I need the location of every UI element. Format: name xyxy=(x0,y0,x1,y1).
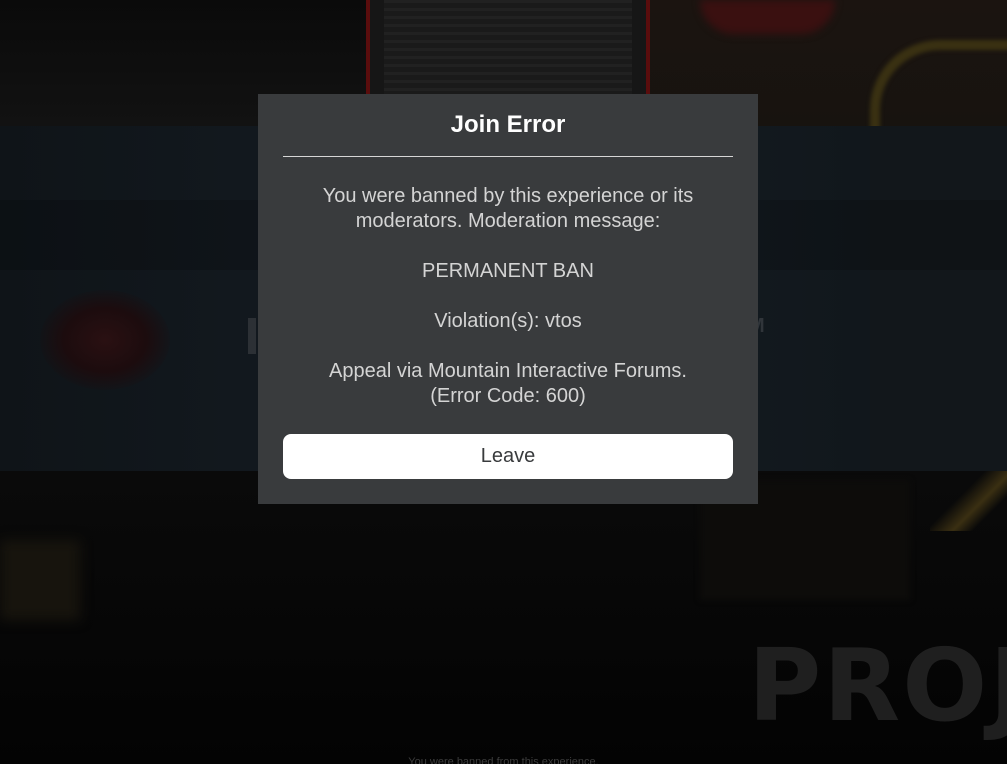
background-bottom-object-left xyxy=(0,540,80,620)
message-line-2: moderators. Moderation message: xyxy=(355,210,661,232)
background-red-object xyxy=(700,0,835,34)
ban-type-text: PERMANENT BAN xyxy=(422,260,594,282)
leave-button[interactable]: Leave xyxy=(283,434,733,479)
background-large-text: PROJ xyxy=(748,627,1007,744)
error-code-text: (Error Code: 600) xyxy=(430,385,586,407)
background-letter-fragment xyxy=(248,318,256,354)
background-poster xyxy=(366,0,650,100)
message-line-1: You were banned by this experience or it… xyxy=(322,185,694,207)
background-red-glow xyxy=(40,290,170,390)
background-right-panel xyxy=(870,126,1007,471)
dialog-message: You were banned by this experience or it… xyxy=(283,184,733,409)
game-screen: M PROJ You were banned from this experie… xyxy=(0,0,1007,764)
background-bottom-gold xyxy=(930,471,1007,531)
background-caption: You were banned from this experience. xyxy=(408,756,599,764)
appeal-text: Appeal via Mountain Interactive Forums. xyxy=(329,360,687,382)
title-divider xyxy=(283,156,733,157)
join-error-dialog: Join Error You were banned by this exper… xyxy=(258,94,758,504)
violation-text: Violation(s): vtos xyxy=(434,310,582,332)
background-poster-texture xyxy=(384,0,632,100)
dialog-title: Join Error xyxy=(450,111,566,138)
